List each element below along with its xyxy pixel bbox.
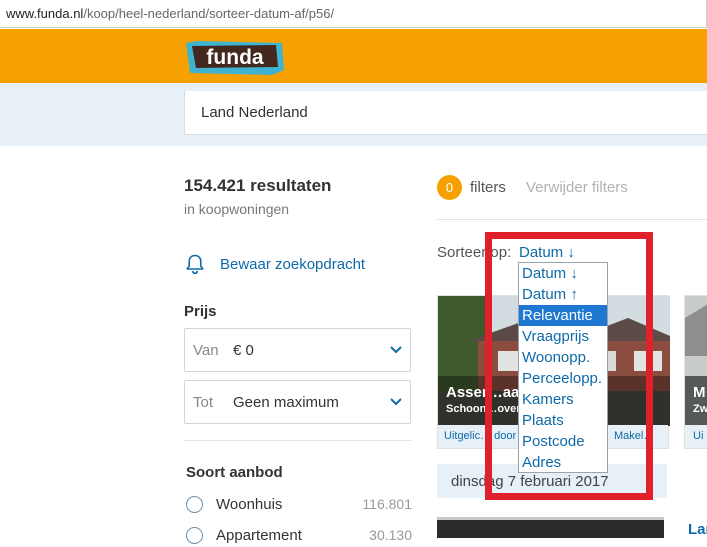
bell-icon: [186, 254, 204, 275]
offer-type-title: Soort aanbod: [186, 464, 283, 481]
url-domain: www.funda.nl: [6, 6, 84, 21]
listing-title[interactable]: Lar: [688, 521, 707, 538]
chevron-down-icon: [390, 398, 402, 406]
listing-card[interactable]: M Zw Ui: [684, 295, 707, 449]
annotation-highlight-box: [485, 232, 653, 500]
sort-divider: [437, 219, 707, 220]
price-from-prefix: Van: [193, 342, 219, 359]
url-text[interactable]: www.funda.nl/koop/heel-nederland/sorteer…: [6, 6, 334, 21]
filters-label: filters: [470, 179, 506, 196]
offer-option-count: 30.130: [369, 527, 412, 543]
price-title: Prijs: [184, 303, 217, 320]
radio-button[interactable]: [186, 527, 203, 544]
listing-city: Zw: [693, 403, 707, 415]
chevron-down-icon: [390, 346, 402, 354]
price-to-prefix: Tot: [193, 394, 214, 411]
offer-option-label: Appartement: [216, 527, 302, 544]
offer-option-appartement[interactable]: Appartement 30.130: [184, 525, 412, 547]
offer-option-count: 116.801: [362, 496, 412, 512]
logo-text: funda: [206, 46, 263, 69]
price-to-value: Geen maximum: [233, 394, 339, 411]
site-header: [0, 29, 707, 83]
price-to-select[interactable]: Tot Geen maximum: [184, 380, 411, 424]
listing-photo-preview[interactable]: [437, 517, 664, 538]
save-search-label: Bewaar zoekopdracht: [220, 256, 366, 273]
price-from-value: € 0: [233, 342, 254, 359]
listing-footer: Ui: [685, 425, 707, 448]
filter-count-badge: 0: [437, 175, 462, 200]
listing-footer-left[interactable]: Ui: [693, 430, 703, 442]
offer-option-label: Woonhuis: [216, 496, 283, 513]
url-bar[interactable]: www.funda.nl/koop/heel-nederland/sorteer…: [0, 0, 707, 28]
results-subtitle: in koopwoningen: [184, 201, 290, 217]
search-input[interactable]: [201, 104, 681, 121]
search-box[interactable]: [184, 91, 707, 135]
results-count: 154.421 resultaten: [184, 176, 332, 195]
radio-button[interactable]: [186, 496, 203, 513]
url-path: /koop/heel-nederland/sorteer-datum-af/p5…: [83, 6, 335, 21]
funda-logo[interactable]: funda: [184, 40, 286, 76]
offer-option-woonhuis[interactable]: Woonhuis 116.801: [184, 494, 412, 516]
remove-filters-link[interactable]: Verwijder filters: [526, 179, 628, 196]
price-from-select[interactable]: Van € 0: [184, 328, 411, 372]
listing-address[interactable]: M: [693, 384, 706, 401]
filter-divider: [184, 440, 412, 441]
